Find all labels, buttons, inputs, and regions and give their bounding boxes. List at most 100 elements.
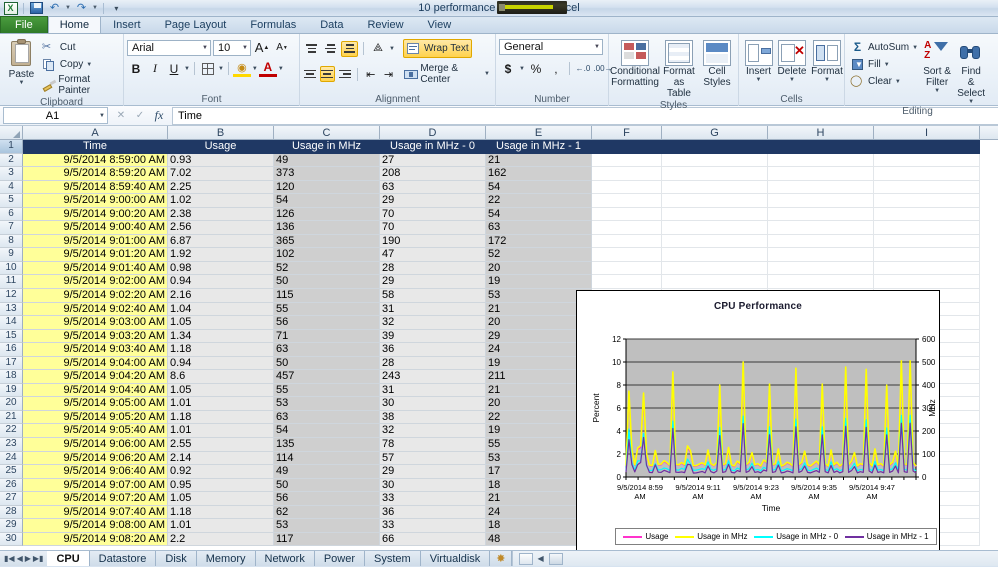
row-header[interactable]: 27 <box>0 492 23 506</box>
copy-dropdown-icon[interactable]: ▼ <box>86 62 92 68</box>
number-format-dropdown-icon[interactable]: ▼ <box>591 44 600 50</box>
table-cell[interactable]: 102 <box>274 248 380 262</box>
percent-button[interactable]: % <box>527 60 545 77</box>
tab-page-layout[interactable]: Page Layout <box>153 16 239 33</box>
empty-cell[interactable] <box>662 140 768 154</box>
table-cell[interactable]: 27 <box>380 154 486 168</box>
table-cell[interactable]: 19 <box>486 275 592 289</box>
empty-cell[interactable] <box>592 167 662 181</box>
tab-data[interactable]: Data <box>308 16 355 33</box>
table-cell[interactable]: 54 <box>274 424 380 438</box>
redo-icon[interactable]: ↷ <box>74 1 89 15</box>
row-header[interactable]: 25 <box>0 465 23 479</box>
row-header[interactable]: 17 <box>0 357 23 371</box>
quick-access-toolbar[interactable]: X ↶ ▼ ↷ ▼ ▾ <box>0 1 124 15</box>
autosum-dropdown-icon[interactable]: ▼ <box>912 45 918 51</box>
empty-cell[interactable] <box>592 140 662 154</box>
align-bottom-icon[interactable] <box>341 41 358 57</box>
cell-styles-button[interactable]: Cell Styles <box>700 39 734 89</box>
table-cell[interactable]: 136 <box>274 221 380 235</box>
row-header[interactable]: 10 <box>0 262 23 276</box>
undo-icon[interactable]: ↶ <box>47 1 62 15</box>
table-cell[interactable]: 1.18 <box>168 411 274 425</box>
empty-cell[interactable] <box>874 262 980 276</box>
table-row[interactable]: 79/5/2014 9:00:40 AM2.561367063 <box>0 221 998 235</box>
empty-cell[interactable] <box>662 208 768 222</box>
column-header-i[interactable]: I <box>874 126 980 139</box>
table-cell[interactable]: 55 <box>274 384 380 398</box>
paste-button[interactable]: Paste ▼ <box>3 36 40 87</box>
customize-qat-icon[interactable]: ▾ <box>109 1 124 15</box>
table-cell[interactable]: 32 <box>380 316 486 330</box>
legend-item-usage-mhz[interactable]: Usage in MHz <box>675 532 747 541</box>
table-cell[interactable]: 1.05 <box>168 492 274 506</box>
chart-legend[interactable]: Usage Usage in MHz Usage in MHz - 0 Usag… <box>615 528 937 545</box>
chart-object[interactable]: CPU Performance 024681012010020030040050… <box>576 290 940 550</box>
table-cell[interactable]: 9/5/2014 9:04:40 AM <box>23 384 168 398</box>
paste-dropdown-icon[interactable]: ▼ <box>18 80 24 86</box>
ribbon-tab-strip[interactable]: File Home Insert Page Layout Formulas Da… <box>0 17 998 34</box>
delete-cells-button[interactable]: ✕ Delete ▼ <box>775 39 809 84</box>
sheet-tab-disk[interactable]: Disk <box>156 551 196 566</box>
table-cell[interactable]: 53 <box>274 397 380 411</box>
table-cell[interactable]: 1.05 <box>168 316 274 330</box>
conditional-formatting-button[interactable]: Conditional Formatting <box>612 39 658 89</box>
first-sheet-icon[interactable]: ▮◀ <box>4 554 15 563</box>
sheet-tab-bar[interactable]: ▮◀ ◀ ▶ ▶▮ CPU Datastore Disk Memory Netw… <box>0 550 998 566</box>
header-cell[interactable]: Usage in MHz <box>274 140 380 154</box>
empty-cell[interactable] <box>874 248 980 262</box>
table-cell[interactable]: 208 <box>380 167 486 181</box>
row-header[interactable]: 30 <box>0 533 23 547</box>
row-header[interactable]: 16 <box>0 343 23 357</box>
sheet-tab-virtualdisk[interactable]: Virtualdisk <box>421 551 491 566</box>
align-left-icon[interactable] <box>303 66 318 82</box>
row-header[interactable]: 28 <box>0 506 23 520</box>
empty-cell[interactable] <box>874 235 980 249</box>
table-cell[interactable]: 9/5/2014 9:00:40 AM <box>23 221 168 235</box>
empty-cell[interactable] <box>874 181 980 195</box>
insert-cells-button[interactable]: Insert ▼ <box>742 39 775 84</box>
wrap-text-button[interactable]: Wrap Text <box>403 39 472 58</box>
table-cell[interactable]: 58 <box>380 289 486 303</box>
table-cell[interactable]: 9/5/2014 9:03:00 AM <box>23 316 168 330</box>
empty-cell[interactable] <box>592 235 662 249</box>
increase-decimal-icon[interactable]: ←.0 <box>574 60 592 77</box>
decrease-indent-icon[interactable]: ⇤ <box>363 66 379 83</box>
font-color-icon[interactable]: A <box>259 60 277 77</box>
align-center-icon[interactable] <box>320 66 335 82</box>
table-cell[interactable]: 1.34 <box>168 330 274 344</box>
sheet-nav-buttons[interactable]: ▮◀ ◀ ▶ ▶▮ <box>0 551 47 566</box>
table-cell[interactable]: 1.01 <box>168 519 274 533</box>
tab-file[interactable]: File <box>0 16 48 33</box>
table-cell[interactable]: 28 <box>380 262 486 276</box>
empty-cell[interactable] <box>592 275 662 289</box>
table-cell[interactable]: 9/5/2014 9:04:20 AM <box>23 370 168 384</box>
table-cell[interactable]: 162 <box>486 167 592 181</box>
table-cell[interactable]: 56 <box>274 316 380 330</box>
table-cell[interactable]: 115 <box>274 289 380 303</box>
font-family-dropdown-icon[interactable]: ▼ <box>199 45 208 51</box>
empty-cell[interactable] <box>662 275 768 289</box>
table-cell[interactable]: 54 <box>274 194 380 208</box>
table-cell[interactable]: 38 <box>380 411 486 425</box>
table-cell[interactable]: 9/5/2014 9:06:00 AM <box>23 438 168 452</box>
table-cell[interactable]: 135 <box>274 438 380 452</box>
table-cell[interactable]: 365 <box>274 235 380 249</box>
row-header[interactable]: 26 <box>0 479 23 493</box>
tab-insert[interactable]: Insert <box>101 16 153 33</box>
underline-button[interactable]: U <box>165 60 183 77</box>
table-cell[interactable]: 1.04 <box>168 303 274 317</box>
legend-item-usage-mhz-1[interactable]: Usage in MHz - 1 <box>845 532 929 541</box>
table-cell[interactable]: 2.14 <box>168 452 274 466</box>
next-sheet-icon[interactable]: ▶ <box>25 554 31 563</box>
table-cell[interactable]: 52 <box>486 248 592 262</box>
table-cell[interactable]: 172 <box>486 235 592 249</box>
table-cell[interactable]: 9/5/2014 9:02:40 AM <box>23 303 168 317</box>
table-row[interactable]: 89/5/2014 9:01:00 AM6.87365190172 <box>0 235 998 249</box>
table-cell[interactable]: 120 <box>274 181 380 195</box>
table-cell[interactable]: 0.92 <box>168 465 274 479</box>
row-header[interactable]: 11 <box>0 275 23 289</box>
empty-cell[interactable] <box>592 262 662 276</box>
comma-button[interactable]: , <box>547 60 565 77</box>
table-cell[interactable]: 126 <box>274 208 380 222</box>
